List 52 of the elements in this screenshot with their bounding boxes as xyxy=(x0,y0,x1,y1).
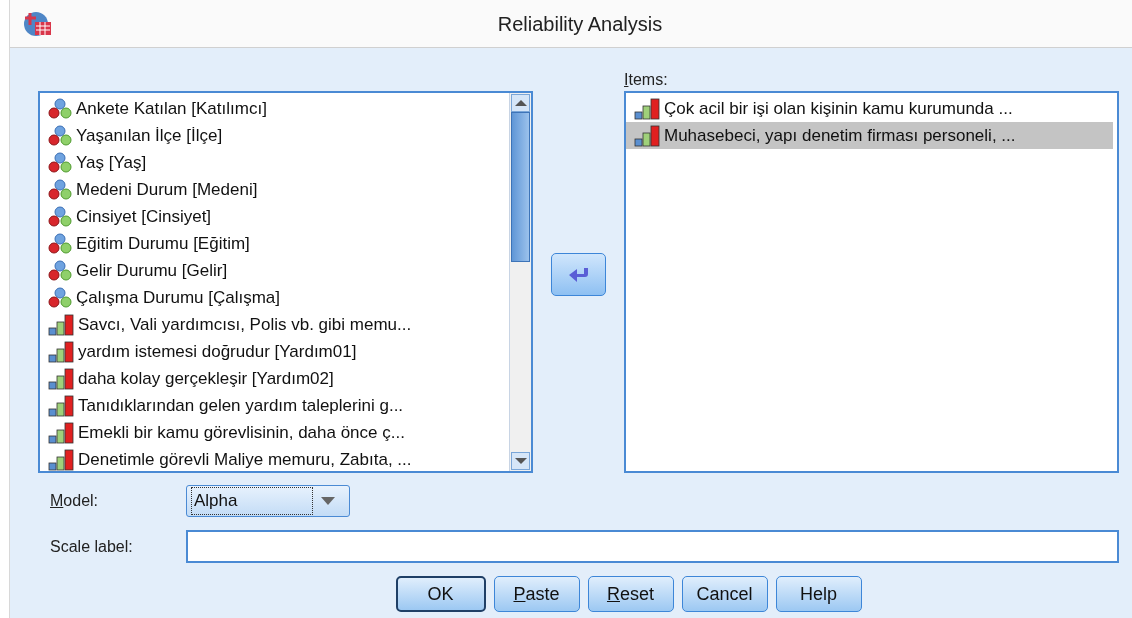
items-label: Items: xyxy=(624,70,669,90)
circles-icon xyxy=(48,232,72,255)
variable-list-item[interactable]: Çok acil bir işi olan kişinin kamu kurumunda ... xyxy=(626,95,1113,122)
variable-list-item[interactable]: Muhasebeci, yapı denetim firması personeli, ... xyxy=(626,122,1113,149)
window-title: Reliability Analysis xyxy=(497,11,663,37)
scrollbar[interactable] xyxy=(509,93,531,471)
dialog-button[interactable]: OK xyxy=(395,576,486,612)
bar-chart-icon xyxy=(48,340,74,363)
scale-label: Scale label: xyxy=(49,536,134,557)
variable-list-item[interactable]: Ankete Katılan [Katılımcı] xyxy=(40,95,509,122)
circles-icon xyxy=(48,259,72,282)
model-label: Model: xyxy=(49,491,100,511)
move-button[interactable] xyxy=(551,253,606,296)
variable-list-item[interactable]: daha kolay gerçekleşir [Yardım02] xyxy=(40,365,509,392)
dropdown-caret-icon xyxy=(321,497,335,505)
bar-chart-icon xyxy=(48,367,74,390)
variable-list-item[interactable]: Cinsiyet [Cinsiyet] xyxy=(40,203,509,230)
variable-list-item[interactable]: Medeni Durum [Medeni] xyxy=(40,176,509,203)
circles-icon xyxy=(48,124,72,147)
circles-icon xyxy=(48,286,72,309)
variable-list-item[interactable]: yardım istemesi doğrudur [Yardım01] xyxy=(40,338,509,365)
variable-list-item[interactable]: Emekli bir kamu görevlisinin, daha önce ç... xyxy=(40,419,509,446)
bar-chart-icon xyxy=(48,421,74,444)
down-arrow-icon xyxy=(514,458,527,464)
variable-list-item[interactable]: Denetimle görevli Maliye memuru, Zabıta, ... xyxy=(40,446,509,471)
bar-chart-icon xyxy=(48,448,74,471)
circles-icon xyxy=(48,178,72,201)
app-icon xyxy=(23,10,53,37)
up-arrow-icon xyxy=(514,100,527,106)
dialog-button[interactable]: Reset xyxy=(587,576,674,612)
bar-chart-icon xyxy=(634,97,660,120)
bar-chart-icon xyxy=(48,394,74,417)
variable-list-item[interactable]: Tanıdıklarından gelen yardım taleplerini g... xyxy=(40,392,509,419)
model-dropdown[interactable]: Alpha xyxy=(186,485,350,517)
dialog-button[interactable]: Help xyxy=(775,576,862,612)
circles-icon xyxy=(48,205,72,228)
circles-icon xyxy=(48,97,72,120)
scale-label-field[interactable] xyxy=(186,530,1119,563)
variable-list-item[interactable]: Eğitim Durumu [Eğitim] xyxy=(40,230,509,257)
circles-icon xyxy=(48,151,72,174)
variable-list-item[interactable]: Savcı, Vali yardımcısı, Polis vb. gibi memu... xyxy=(40,311,509,338)
variable-list-item[interactable]: Yaşanılan İlçe [İlçe] xyxy=(40,122,509,149)
return-arrow-icon xyxy=(567,266,590,283)
variable-list-item[interactable]: Çalışma Durumu [Çalışma] xyxy=(40,284,509,311)
bar-chart-icon xyxy=(634,124,660,147)
dialog-button[interactable]: Paste xyxy=(493,576,580,612)
variable-list-item[interactable]: Yaş [Yaş] xyxy=(40,149,509,176)
dialog-button[interactable]: Cancel xyxy=(681,576,768,612)
variable-list-item[interactable]: Gelir Durumu [Gelir] xyxy=(40,257,509,284)
variable-list[interactable] xyxy=(38,91,533,473)
items-list[interactable]: Çok acil bir işi olan kişinin kamu kurumunda ... Muhasebeci, yapı denetim firması personeli, ... xyxy=(624,91,1119,473)
bar-chart-icon xyxy=(48,313,74,336)
